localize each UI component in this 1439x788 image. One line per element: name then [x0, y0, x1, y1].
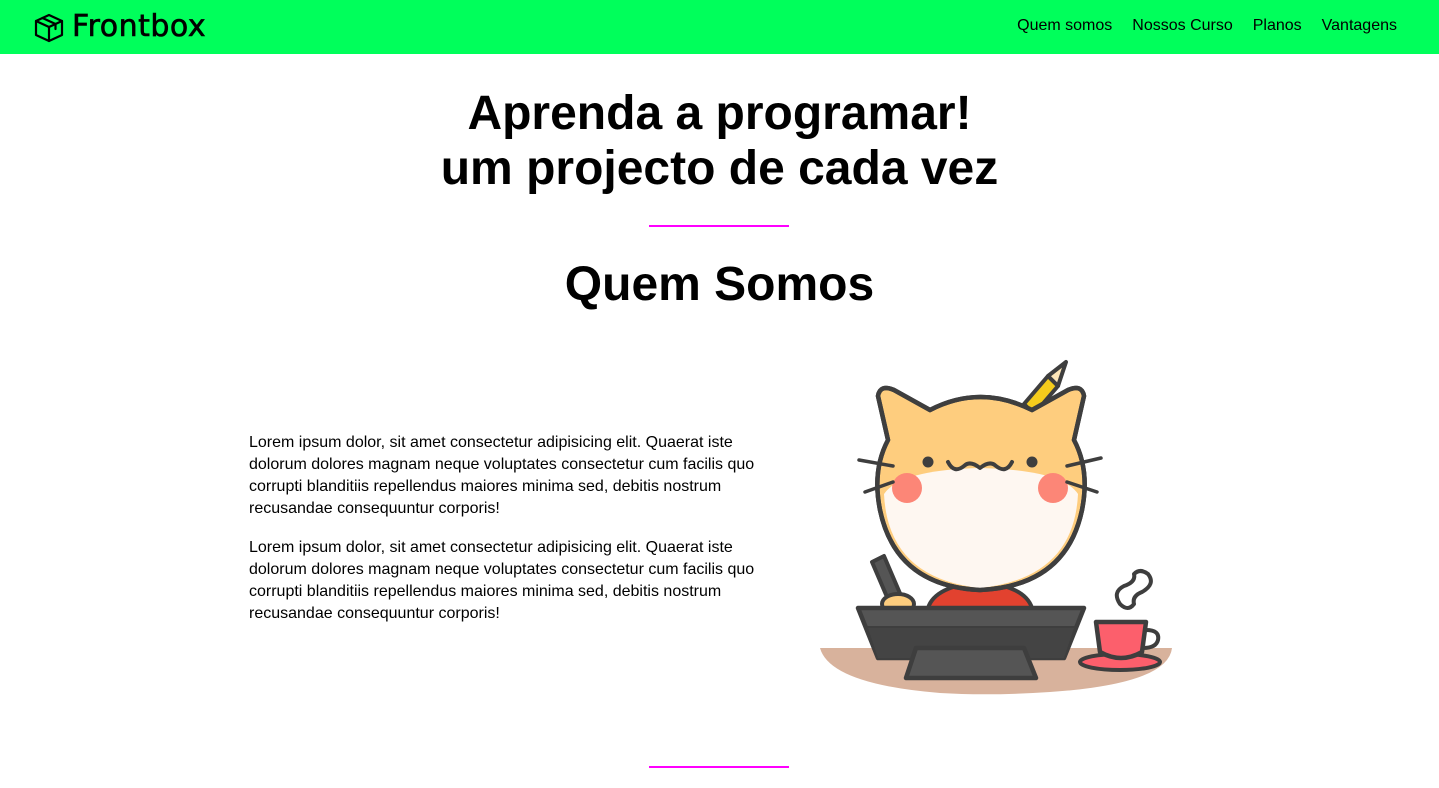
hero-title: Aprenda a programar! um projecto de cada…	[0, 86, 1439, 196]
hero-title-line-1: Aprenda a programar!	[467, 87, 972, 140]
nav-link-quem-somos[interactable]: Quem somos	[1017, 16, 1112, 36]
nav-link-vantagens[interactable]: Vantagens	[1322, 16, 1397, 36]
nav-link-nossos-curso[interactable]: Nossos Curso	[1132, 16, 1232, 36]
brand-name: Frontbox	[72, 9, 207, 44]
brand-logo-link[interactable]: Frontbox	[32, 10, 206, 44]
hero-title-line-2: um projecto de cada vez	[440, 142, 999, 195]
about-paragraph-2: Lorem ipsum dolor, sit amet consectetur …	[249, 539, 755, 622]
navbar: Frontbox Quem somos Nossos Curso Planos …	[0, 0, 1439, 54]
section-divider-top	[649, 225, 789, 227]
nav-link-planos[interactable]: Planos	[1253, 16, 1302, 36]
about-text: Lorem ipsum dolor, sit amet consectetur …	[249, 432, 769, 642]
about-paragraph-1: Lorem ipsum dolor, sit amet consectetur …	[249, 434, 755, 517]
section-title-quem-somos: Quem Somos	[564, 258, 875, 311]
box-icon	[34, 13, 64, 43]
cat-coding-illustration	[820, 360, 1172, 695]
section-divider-bottom	[649, 766, 789, 768]
main-nav: Quem somos Nossos Curso Planos Vantagens	[1017, 16, 1397, 36]
